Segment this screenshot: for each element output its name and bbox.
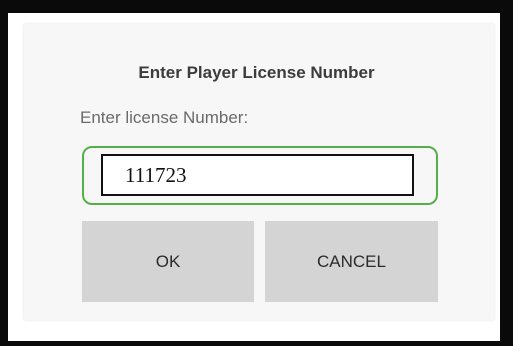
license-prompt-label: Enter license Number: (80, 108, 249, 127)
ok-button[interactable]: OK (82, 221, 254, 302)
license-number-input[interactable] (101, 154, 414, 196)
cancel-button[interactable]: CANCEL (265, 221, 438, 302)
dialog-title: Enter Player License Number (138, 63, 375, 82)
